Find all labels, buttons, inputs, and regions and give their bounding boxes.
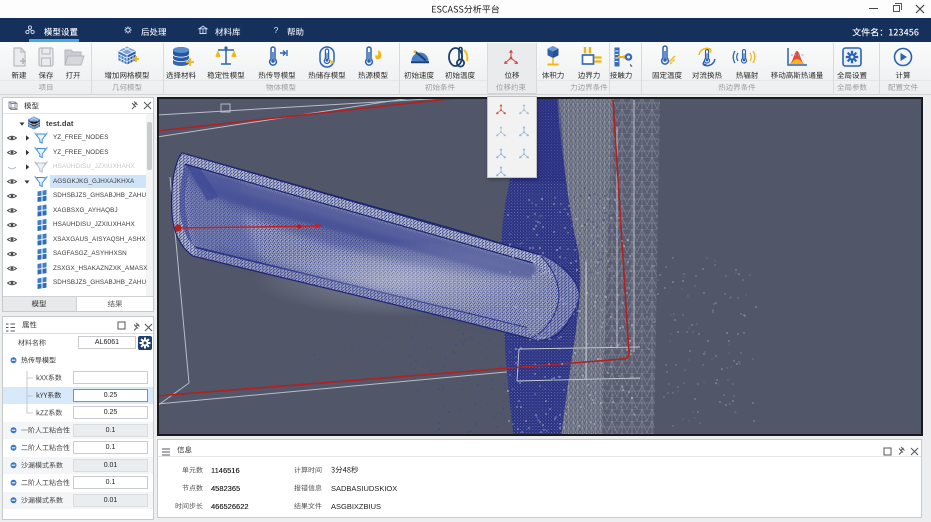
- svg-text:?: ?: [274, 25, 279, 35]
